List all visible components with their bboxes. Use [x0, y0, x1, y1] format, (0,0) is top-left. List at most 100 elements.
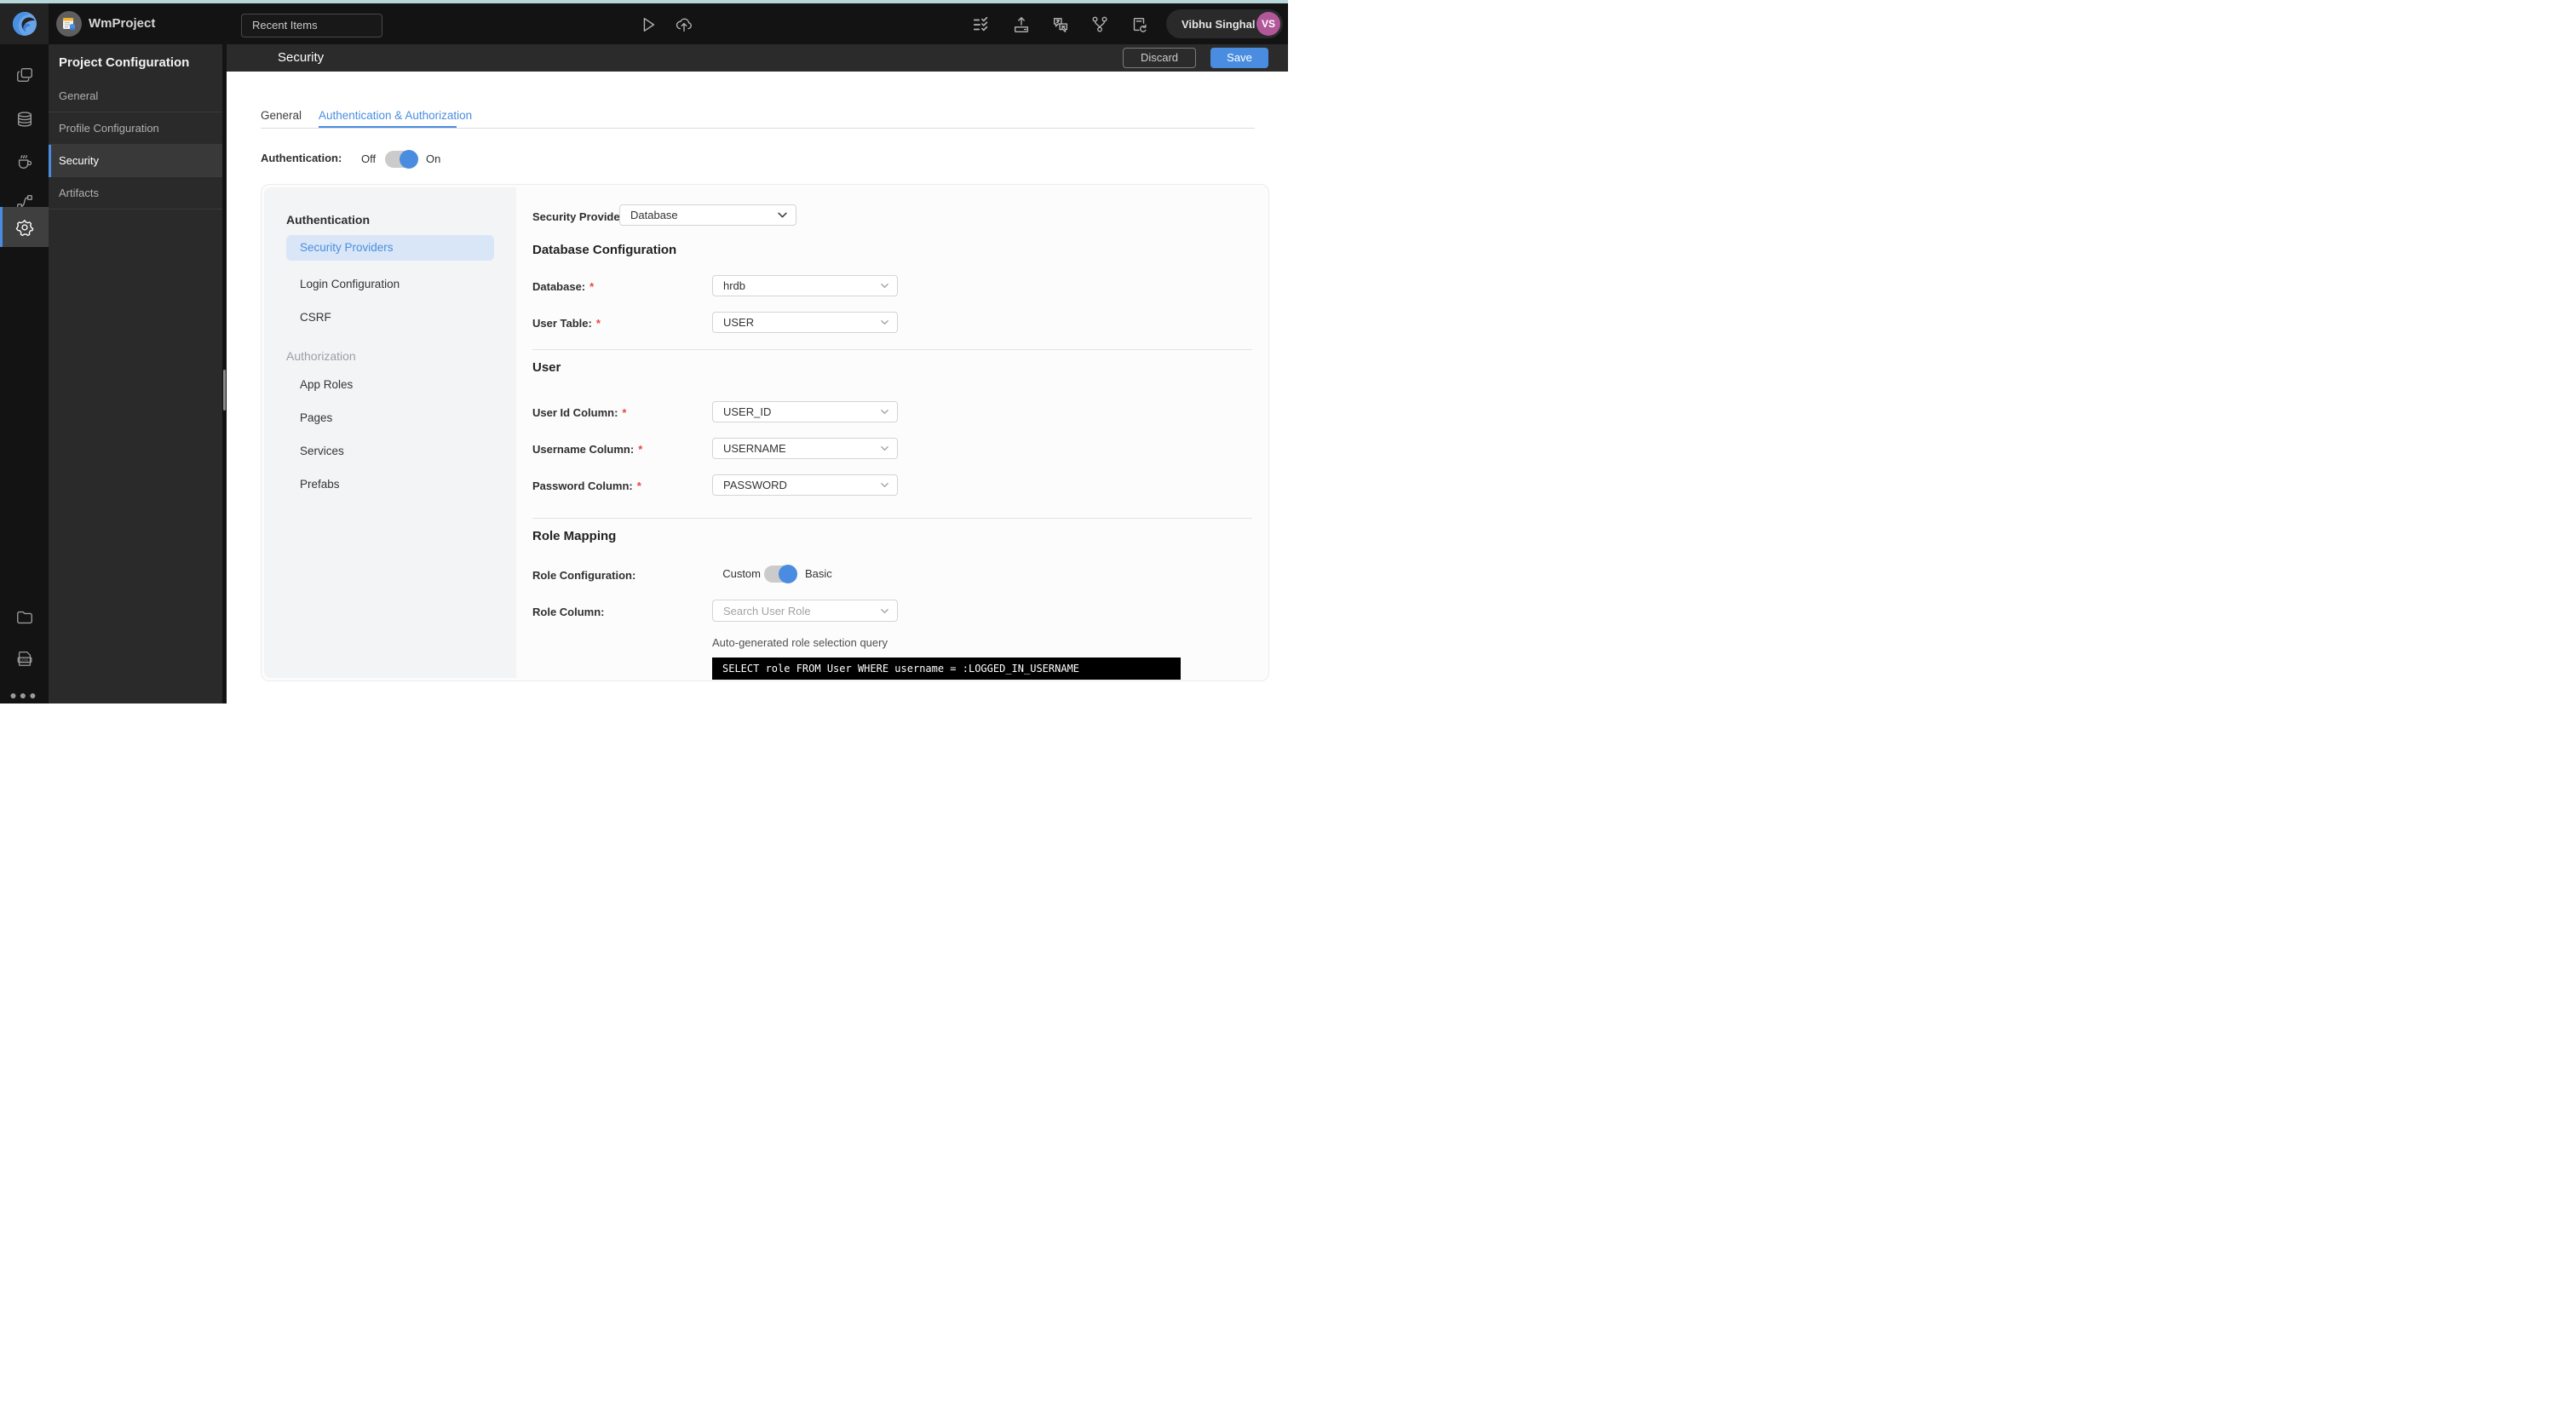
project-configuration-panel: Project Configuration General Profile Co… — [49, 44, 222, 704]
sidebar-item-database[interactable] — [0, 100, 49, 138]
localization-button[interactable] — [1051, 15, 1070, 34]
save-button[interactable]: Save — [1210, 48, 1268, 68]
nav-section-authentication: Authentication — [286, 213, 370, 227]
run-button[interactable] — [639, 15, 658, 34]
database-configuration-heading: Database Configuration — [532, 243, 677, 257]
tab-general[interactable]: General — [261, 109, 302, 128]
password-column-select[interactable]: PASSWORD — [712, 474, 898, 496]
security-provider-label: Security Provider — [532, 210, 624, 223]
nav-section-authorization: Authorization — [286, 349, 356, 363]
nav-item-csrf[interactable]: CSRF — [264, 301, 516, 334]
checklist-button[interactable] — [972, 15, 991, 34]
role-configuration-label: Role Configuration: — [532, 569, 636, 582]
chevron-down-icon — [881, 320, 888, 324]
sidebar-item-pages[interactable] — [0, 56, 49, 94]
nav-item-services[interactable]: Services — [264, 434, 516, 468]
file-sync-icon — [1133, 17, 1147, 32]
sidebar-item-settings[interactable] — [0, 207, 49, 247]
user-menu[interactable]: Vibhu Singhal VS — [1166, 9, 1283, 38]
deploy-button[interactable] — [1012, 15, 1031, 34]
user-id-column-select[interactable]: USER_ID — [712, 401, 898, 422]
database-select[interactable]: hrdb — [712, 275, 898, 296]
folder-icon — [16, 611, 32, 624]
left-icon-rail: LOG ●●● — [0, 44, 49, 704]
version-control-button[interactable] — [1090, 15, 1109, 34]
page-title: Security — [278, 50, 325, 65]
scrollbar-handle[interactable] — [223, 370, 226, 411]
nav-item-app-roles[interactable]: App Roles — [264, 368, 516, 401]
section-divider — [532, 518, 1252, 519]
sync-button[interactable] — [1130, 15, 1148, 34]
checklist-icon — [973, 16, 988, 32]
deploy-upload-icon — [1014, 17, 1029, 32]
toggle-knob — [400, 150, 418, 169]
section-divider — [532, 349, 1252, 350]
nav-item-security-providers[interactable]: Security Providers — [286, 235, 494, 261]
cloud-upload-icon — [676, 18, 692, 32]
role-selection-query[interactable]: SELECT role FROM User WHERE username = :… — [712, 658, 1181, 680]
recent-items-dropdown[interactable]: Recent Items — [241, 14, 382, 37]
user-name: Vibhu Singhal — [1182, 17, 1256, 31]
security-nav-panel: Authentication Security Providers Login … — [264, 187, 516, 678]
tab-authentication-authorization[interactable]: Authentication & Authorization — [319, 109, 472, 128]
user-avatar: VS — [1256, 12, 1280, 36]
user-table-select[interactable]: USER — [712, 312, 898, 333]
chevron-down-icon — [881, 410, 888, 414]
role-column-select[interactable]: Search User Role — [712, 600, 898, 622]
password-column-label: Password Column: * — [532, 480, 641, 492]
chevron-down-icon — [881, 483, 888, 487]
chevron-down-icon — [778, 212, 787, 218]
role-config-custom-label: Custom — [722, 567, 761, 580]
topbar: WmProject Recent Items Vibhu Singhal VS — [0, 3, 1288, 44]
user-heading: User — [532, 360, 561, 375]
user-table-label: User Table: * — [532, 317, 601, 330]
panel-title: Project Configuration — [59, 55, 190, 70]
chevron-down-icon — [881, 446, 888, 451]
authentication-toggle[interactable] — [385, 150, 418, 169]
sidebar-item-logs[interactable]: LOG — [0, 640, 49, 677]
sidebar-item-files[interactable] — [0, 599, 49, 636]
discard-button[interactable]: Discard — [1123, 48, 1196, 68]
chevron-down-icon — [881, 608, 888, 613]
project-db-icon — [63, 18, 75, 31]
user-id-column-label: User Id Column: * — [532, 406, 627, 419]
page-header: Security Discard Save — [227, 44, 1288, 72]
project-name: WmProject — [89, 16, 156, 31]
menu-item-security[interactable]: Security — [49, 145, 222, 177]
wavemaker-logo[interactable] — [0, 3, 49, 44]
nav-item-login-configuration[interactable]: Login Configuration — [264, 267, 516, 301]
panel-divider — [222, 44, 227, 704]
authentication-label: Authentication: — [261, 152, 342, 164]
role-column-label: Role Column: — [532, 606, 605, 618]
menu-item-general[interactable]: General — [49, 80, 222, 112]
svg-text:LOG: LOG — [20, 658, 28, 662]
gear-icon — [15, 219, 33, 236]
sidebar-item-java-services[interactable] — [0, 142, 49, 180]
cloud-push-button[interactable] — [675, 15, 693, 34]
coffee-cup-icon — [18, 155, 32, 169]
query-caption: Auto-generated role selection query — [712, 636, 888, 649]
nav-item-prefabs[interactable]: Prefabs — [264, 468, 516, 501]
project-avatar[interactable] — [56, 11, 82, 37]
role-mapping-heading: Role Mapping — [532, 529, 617, 543]
role-configuration-toggle[interactable] — [764, 565, 797, 583]
menu-item-profile-configuration[interactable]: Profile Configuration — [49, 112, 222, 145]
more-dots-icon: ●●● — [9, 688, 39, 702]
toggle-on-label: On — [426, 152, 441, 165]
pages-icon — [16, 67, 32, 83]
toggle-off-label: Off — [361, 152, 377, 165]
nav-item-pages[interactable]: Pages — [264, 401, 516, 434]
wave-logo-icon — [12, 12, 37, 36]
play-icon — [643, 17, 655, 32]
menu-item-artifacts[interactable]: Artifacts — [49, 177, 222, 210]
app-window: WmProject Recent Items Vibhu Singhal VS … — [0, 0, 1288, 704]
username-column-select[interactable]: USERNAME — [712, 438, 898, 459]
sidebar-item-more[interactable]: ●●● — [0, 676, 49, 714]
security-provider-select[interactable]: Database — [619, 204, 796, 226]
translate-chat-icon — [1053, 17, 1068, 32]
database-label: Database: * — [532, 280, 595, 293]
toggle-knob — [779, 565, 797, 583]
chevron-down-icon — [881, 284, 888, 288]
branch-fork-icon — [1092, 16, 1107, 32]
username-column-label: Username Column: * — [532, 443, 643, 456]
